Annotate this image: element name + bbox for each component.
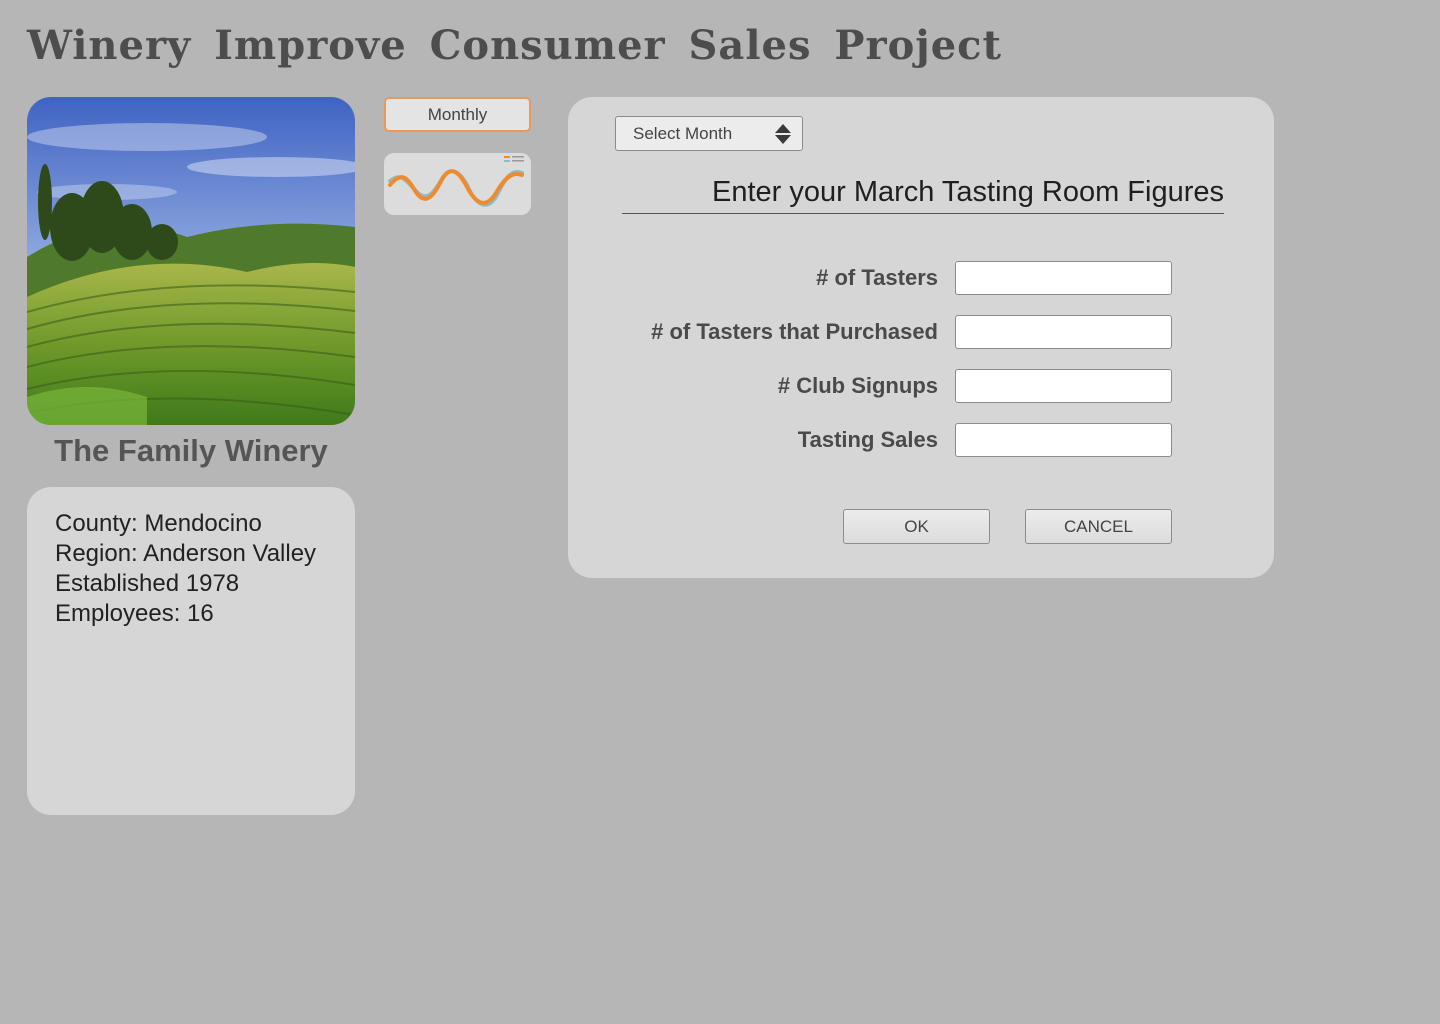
thumbnail-series-secondary <box>388 169 524 207</box>
info-region: Region: Anderson Valley <box>55 540 317 567</box>
tasting-room-form: Select Month Enter your March Tasting Ro… <box>568 97 1274 578</box>
winery-info-card: County: Mendocino Region: Anderson Valle… <box>27 487 355 815</box>
tasting-sales-input[interactable] <box>955 423 1172 457</box>
tasting-sales-label: Tasting Sales <box>797 427 938 452</box>
tasters-purchased-label: # of Tasters that Purchased <box>651 319 938 344</box>
form-heading: Enter your March Tasting Room Figures <box>622 171 1224 214</box>
month-select-value: Select Month <box>633 124 733 143</box>
app-title: Winery Improve Consumer Sales Project <box>27 22 1003 69</box>
month-select[interactable]: Select Month <box>615 116 803 151</box>
monthly-button[interactable]: Monthly <box>384 97 531 132</box>
info-county: County: Mendocino <box>55 510 262 537</box>
info-employees: Employees: 16 <box>55 600 214 627</box>
tasters-label: # of Tasters <box>816 265 938 290</box>
winery-photo <box>27 97 355 425</box>
thumbnail-legend <box>504 156 524 162</box>
tasters-input[interactable] <box>955 261 1172 295</box>
club-signups-input[interactable] <box>955 369 1172 403</box>
winery-name: The Family Winery <box>54 433 328 468</box>
updown-arrows-icon <box>775 124 791 144</box>
club-signups-label: # Club Signups <box>777 373 938 398</box>
cancel-button[interactable]: CANCEL <box>1025 509 1172 544</box>
trend-chart-thumbnail[interactable] <box>384 153 531 215</box>
ok-button[interactable]: OK <box>843 509 990 544</box>
tasters-purchased-input[interactable] <box>955 315 1172 349</box>
info-established: Established 1978 <box>55 570 240 597</box>
